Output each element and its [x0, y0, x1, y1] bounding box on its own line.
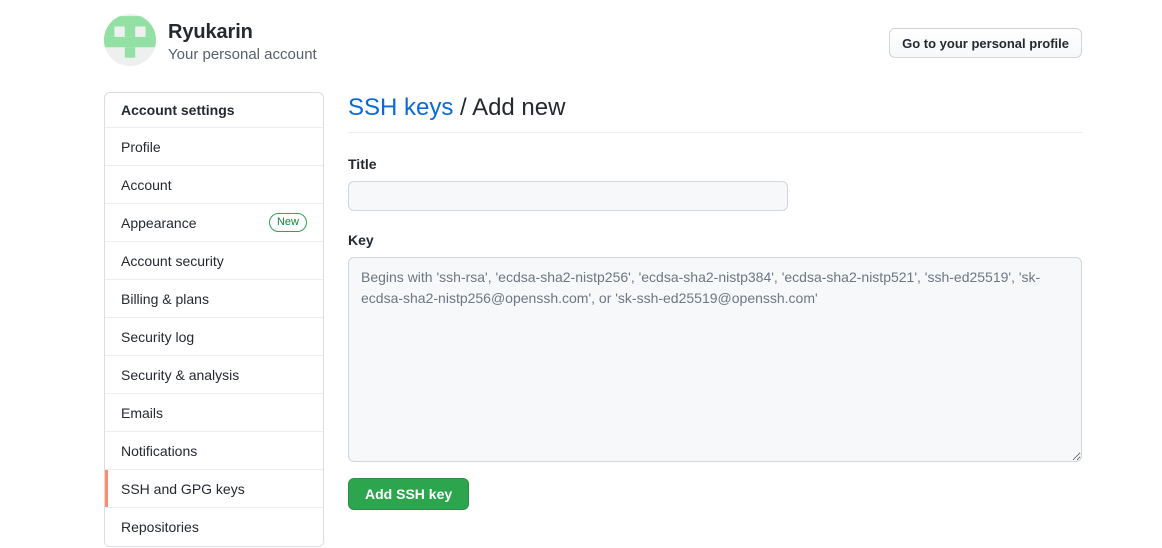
sidebar-item-label: Account security	[121, 252, 224, 269]
sidebar-item-label: Repositories	[121, 519, 199, 535]
sidebar-item-account-security[interactable]: Account security	[105, 242, 323, 280]
sidebar-item-emails[interactable]: Emails	[105, 394, 323, 432]
sidebar-item-label: Account	[121, 176, 172, 193]
breadcrumb-current: Add new	[472, 94, 566, 121]
identicon-icon	[104, 14, 156, 66]
main-content: SSH keys / Add new Title Key Add SSH key	[348, 92, 1082, 510]
title-label: Title	[348, 156, 377, 172]
sidebar-item-repositories[interactable]: Repositories	[105, 508, 323, 546]
sidebar-item-notifications[interactable]: Notifications	[105, 432, 323, 470]
sidebar-item-label: Profile	[121, 138, 161, 155]
sidebar-item-label: SSH and GPG keys	[121, 480, 245, 497]
sidebar-item-profile[interactable]: Profile	[105, 128, 323, 166]
sidebar-item-label: Appearance	[121, 214, 197, 231]
user-subtitle: Your personal account	[168, 46, 317, 63]
title-input[interactable]	[348, 181, 788, 211]
user-name: Ryukarin	[168, 21, 253, 43]
new-badge: New	[268, 213, 307, 232]
user-info: Ryukarin Your personal account	[168, 20, 317, 65]
title-field-group: Title	[348, 154, 1082, 211]
avatar	[104, 14, 156, 66]
key-label: Key	[348, 232, 374, 248]
key-field-group: Key	[348, 230, 1082, 462]
sidebar-item-ssh-and-gpg-keys[interactable]: SSH and GPG keys	[105, 470, 323, 508]
page-title: SSH keys / Add new	[348, 92, 1082, 133]
go-to-personal-profile-button[interactable]: Go to your personal profile	[889, 28, 1082, 58]
sidebar-item-label: Security & analysis	[121, 366, 240, 383]
key-textarea[interactable]	[348, 257, 1082, 462]
sidebar-title: Account settings	[105, 93, 323, 128]
sidebar-item-appearance[interactable]: Appearance New	[105, 204, 323, 242]
sidebar-item-billing-and-plans[interactable]: Billing & plans	[105, 280, 323, 318]
account-header: Ryukarin Your personal account Go to you…	[104, 14, 1082, 70]
sidebar-item-label: Billing & plans	[121, 290, 209, 307]
sidebar-item-security-log[interactable]: Security log	[105, 318, 323, 356]
breadcrumb-ssh-keys-link[interactable]: SSH keys	[348, 94, 453, 121]
settings-sidebar: Account settings Profile Account Appeara…	[104, 92, 324, 547]
sidebar-item-label: Emails	[121, 404, 164, 421]
sidebar-item-label: Notifications	[121, 442, 198, 459]
sidebar-item-security-and-analysis[interactable]: Security & analysis	[105, 356, 323, 394]
breadcrumb-separator: /	[453, 94, 473, 121]
sidebar-item-label: Security log	[121, 328, 195, 345]
sidebar-item-account[interactable]: Account	[105, 166, 323, 204]
add-ssh-key-button[interactable]: Add SSH key	[348, 478, 470, 510]
settings-page: Ryukarin Your personal account Go to you…	[0, 0, 1162, 548]
